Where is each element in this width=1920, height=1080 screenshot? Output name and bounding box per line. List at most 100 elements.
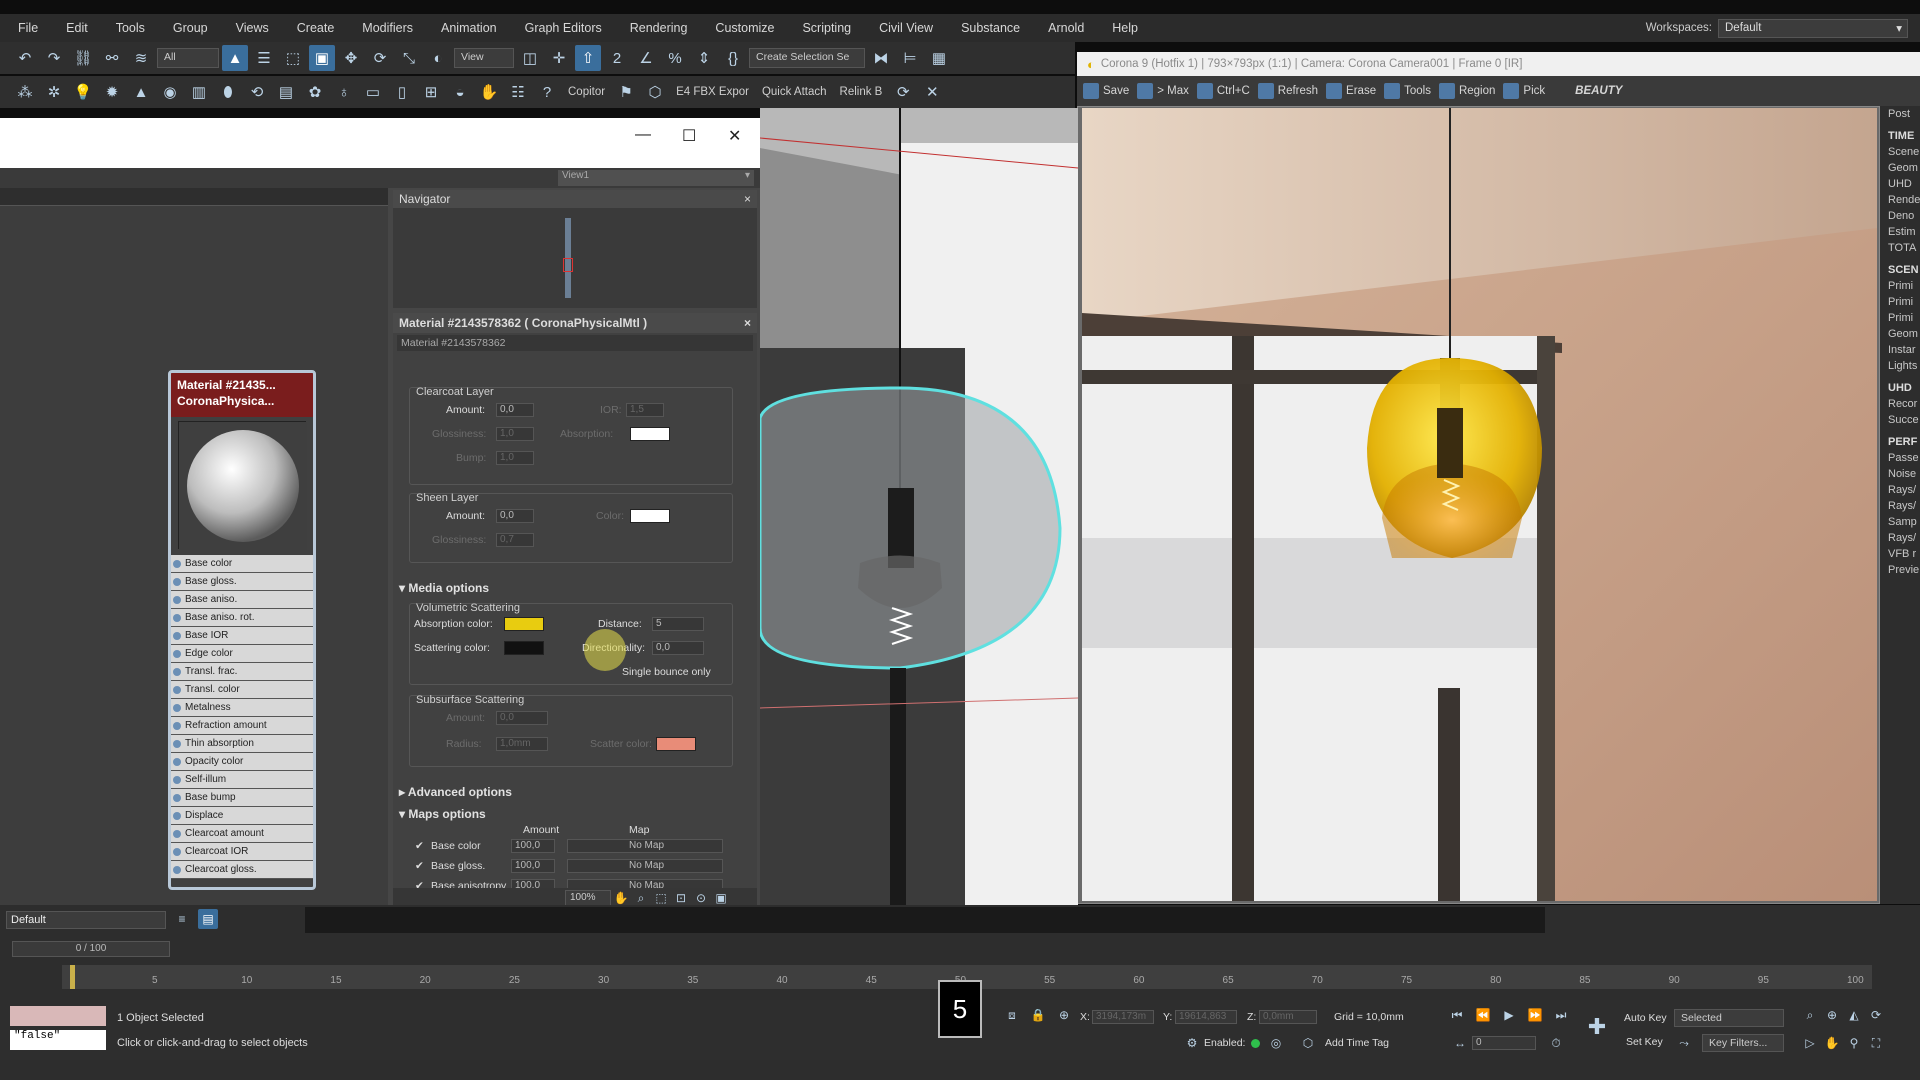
slot-base-bump[interactable]: Base bump: [171, 789, 313, 807]
menu-modifiers[interactable]: Modifiers: [348, 14, 427, 42]
hexagon-icon[interactable]: ⬡: [642, 79, 668, 105]
play-icon[interactable]: ▶: [1498, 1005, 1520, 1025]
align-icon[interactable]: ⊨: [897, 45, 923, 71]
slot-clearcoat-amount[interactable]: Clearcoat amount: [171, 825, 313, 843]
layers-icon[interactable]: ≡: [172, 909, 192, 929]
map-row-amount[interactable]: 100,0: [511, 879, 555, 888]
link-icon[interactable]: ⛓: [70, 45, 96, 71]
key-mode-dropdown[interactable]: Selected: [1674, 1009, 1784, 1027]
slot-base-aniso[interactable]: Base aniso.: [171, 591, 313, 609]
zoom-icon[interactable]: ⌕: [1800, 1005, 1820, 1025]
keyboard-shortcut-override-icon[interactable]: ⇧: [575, 45, 601, 71]
slot-displace[interactable]: Displace: [171, 807, 313, 825]
spinner-snap-icon[interactable]: ⇕: [691, 45, 717, 71]
slot-edge-color[interactable]: Edge color: [171, 645, 313, 663]
advanced-options-section[interactable]: ▸ Advanced options: [399, 785, 512, 799]
time-config-icon[interactable]: ⏱: [1546, 1033, 1566, 1053]
single-bounce-checkbox[interactable]: Single bounce only: [622, 666, 711, 678]
percent-snap-icon[interactable]: %: [662, 45, 688, 71]
close-icon[interactable]: ✕: [728, 126, 741, 146]
clearcoat-absorption-swatch[interactable]: [630, 427, 670, 441]
flag-icon[interactable]: ⚑: [613, 79, 639, 105]
move-icon[interactable]: ✥: [338, 45, 364, 71]
pivot-center-icon[interactable]: ◫: [517, 45, 543, 71]
layer-explorer-icon[interactable]: ▦: [926, 45, 952, 71]
zoom-all-icon[interactable]: ⊕: [1822, 1005, 1842, 1025]
close-x-icon[interactable]: ✕: [919, 79, 945, 105]
slot-base-ior[interactable]: Base IOR: [171, 627, 313, 645]
rectangle-selection-icon[interactable]: ⬚: [280, 45, 306, 71]
paint-icon[interactable]: ✋: [476, 79, 502, 105]
named-selection-dropdown[interactable]: Create Selection Se: [749, 48, 865, 68]
slot-clearcoat-ior[interactable]: Clearcoat IOR: [171, 843, 313, 861]
menu-animation[interactable]: Animation: [427, 14, 511, 42]
bulb-icon[interactable]: ♁: [331, 79, 357, 105]
select-object-icon[interactable]: ▲: [222, 45, 248, 71]
maxscript-output[interactable]: "false": [10, 1030, 106, 1050]
list-icon[interactable]: ☷: [505, 79, 531, 105]
menu-graph-editors[interactable]: Graph Editors: [511, 14, 616, 42]
sss-radius-spinner[interactable]: 1,0mm: [496, 737, 548, 751]
vfb-pick-button[interactable]: Pick: [1503, 83, 1545, 99]
slot-transl-color[interactable]: Transl. color: [171, 681, 313, 699]
menu-arnold[interactable]: Arnold: [1034, 14, 1098, 42]
absorption-color-swatch[interactable]: [504, 617, 544, 631]
sheen-amount-spinner[interactable]: 0,0: [496, 509, 534, 523]
maximize-icon[interactable]: ☐: [682, 126, 696, 146]
go-to-start-icon[interactable]: ⏮: [1446, 1005, 1468, 1025]
rotate-icon[interactable]: ⟳: [367, 45, 393, 71]
slot-opacity-color[interactable]: Opacity color: [171, 753, 313, 771]
map-row-amount[interactable]: 100,0: [511, 859, 555, 873]
fbx-export-button[interactable]: E4 FBX Expor: [671, 86, 754, 98]
unlink-icon[interactable]: ⚯: [99, 45, 125, 71]
edit-named-selection-icon[interactable]: {}: [720, 45, 746, 71]
vfb-copy-button[interactable]: Ctrl+C: [1196, 83, 1250, 99]
set-key-icon[interactable]: ✚: [1582, 1012, 1612, 1042]
render-setup-icon[interactable]: ▤: [273, 79, 299, 105]
node-header[interactable]: Material #21435... CoronaPhysica...: [171, 373, 313, 417]
particle-icon[interactable]: ⁂: [12, 79, 38, 105]
clearcoat-amount-spinner[interactable]: 0,0: [496, 403, 534, 417]
window-crossing-icon[interactable]: ▣: [309, 45, 335, 71]
quick-attach-button[interactable]: Quick Attach: [757, 86, 832, 98]
lock-icon[interactable]: 🔒: [1028, 1005, 1048, 1025]
maps-options-section[interactable]: ▾ Maps options: [399, 807, 486, 821]
menu-customize[interactable]: Customize: [701, 14, 788, 42]
menu-substance[interactable]: Substance: [947, 14, 1034, 42]
toggle-icon[interactable]: ◎: [1266, 1033, 1286, 1053]
close-icon[interactable]: ×: [744, 190, 751, 208]
vfb-save-button[interactable]: Save: [1083, 83, 1129, 99]
z-coordinate[interactable]: 0,0mm: [1259, 1010, 1317, 1024]
isolate-icon[interactable]: ⧈: [1002, 1005, 1022, 1025]
map-row-checkbox[interactable]: ✔: [415, 880, 424, 888]
minimize-icon[interactable]: —: [635, 126, 651, 144]
render-icon[interactable]: ⟲: [244, 79, 270, 105]
menu-file[interactable]: File: [4, 14, 52, 42]
absolute-mode-icon[interactable]: ⊕: [1054, 1005, 1074, 1025]
view-dropdown[interactable]: View1 ▾: [558, 170, 754, 186]
scatter-color-swatch[interactable]: [656, 737, 696, 751]
material-name-field[interactable]: Material #2143578362: [397, 335, 753, 351]
go-to-end-icon[interactable]: ⏭: [1550, 1005, 1572, 1025]
slot-self-illum[interactable]: Self-illum: [171, 771, 313, 789]
vfb-to-max-button[interactable]: > Max: [1137, 83, 1189, 99]
auto-key-button[interactable]: Auto Key: [1624, 1012, 1667, 1024]
media-options-section[interactable]: ▾ Media options: [399, 581, 489, 595]
menu-civil-view[interactable]: Civil View: [865, 14, 947, 42]
add-time-tag[interactable]: Add Time Tag: [1325, 1037, 1389, 1049]
map-row-checkbox[interactable]: ✔: [415, 860, 424, 872]
workspace-dropdown[interactable]: Default ▾: [1718, 18, 1908, 38]
select-manipulate-icon[interactable]: ✛: [546, 45, 572, 71]
slot-base-color[interactable]: Base color: [171, 555, 313, 573]
menu-help[interactable]: Help: [1098, 14, 1152, 42]
menu-views[interactable]: Views: [222, 14, 283, 42]
field-of-view-icon[interactable]: ◭: [1844, 1005, 1864, 1025]
place-icon[interactable]: ◐: [425, 45, 451, 71]
menu-create[interactable]: Create: [283, 14, 349, 42]
shader-icon[interactable]: ✿: [302, 79, 328, 105]
scatter-icon[interactable]: ✲: [41, 79, 67, 105]
menu-rendering[interactable]: Rendering: [616, 14, 702, 42]
viewport[interactable]: [760, 108, 1078, 938]
clearcoat-bump-spinner[interactable]: 1,0: [496, 451, 534, 465]
grid-icon[interactable]: ⊞: [418, 79, 444, 105]
